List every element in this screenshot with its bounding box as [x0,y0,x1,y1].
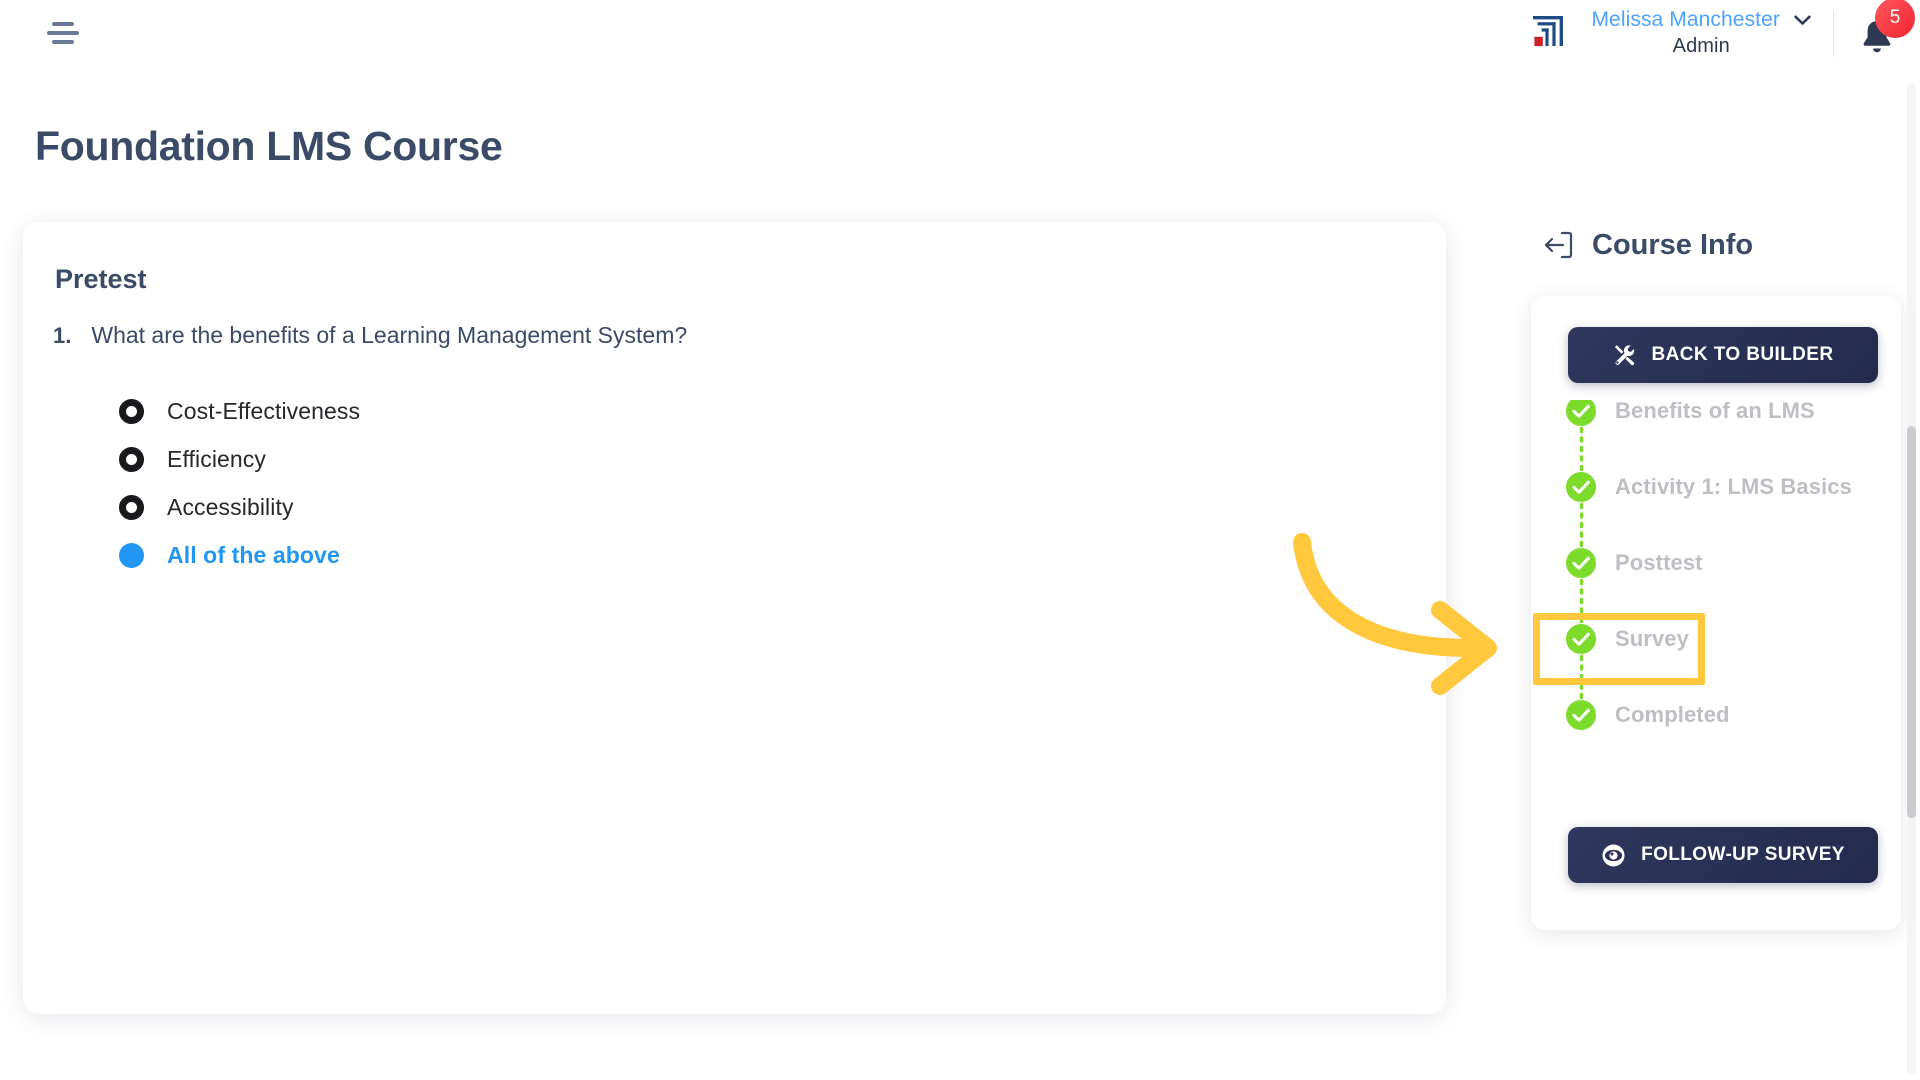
course-steps-scroll-area[interactable]: Benefits of an LMS Activity 1: LMS Basic… [1531,400,1901,796]
hamburger-line-bottom [52,40,74,44]
step-completed-check-icon [1566,624,1596,654]
course-step-item[interactable]: Completed [1531,677,1901,753]
chevron-down-icon[interactable] [1794,15,1811,26]
question-row: 1. What are the benefits of a Learning M… [53,322,687,349]
user-role-label: Admin [1672,35,1730,57]
notifications-button[interactable]: 5 [1834,0,1920,70]
answer-option-label: Cost-Effectiveness [167,397,361,424]
course-step-item[interactable]: Posttest [1531,525,1901,623]
step-completed-check-icon [1566,548,1596,578]
answer-option[interactable]: Efficiency [119,442,360,476]
eye-icon [1602,844,1625,866]
question-text: What are the benefits of a Learning Mana… [91,322,688,348]
course-steps-list: Benefits of an LMS Activity 1: LMS Basic… [1531,400,1901,753]
radio-unselected-icon[interactable] [119,398,144,424]
collapse-arrow-left-icon[interactable] [1541,228,1575,262]
course-step-item[interactable]: Benefits of an LMS [1531,400,1901,471]
user-name-label: Melissa Manchester [1591,8,1780,31]
quiz-card: Pretest 1. What are the benefits of a Le… [23,222,1446,1014]
radio-unselected-icon[interactable] [119,446,144,472]
header-right-group: Melissa Manchester Admin 5 [1531,0,1920,68]
radio-unselected-icon[interactable] [119,494,144,520]
course-step-label: Survey [1615,626,1689,651]
course-step-item[interactable]: Activity 1: LMS Basics [1531,449,1901,547]
radio-selected-icon[interactable] [119,542,144,568]
answer-option-selected[interactable]: All of the above [119,538,360,572]
step-connector-line [1580,579,1583,623]
user-name-row: Melissa Manchester [1591,8,1811,32]
page-scrollbar-thumb[interactable] [1907,426,1916,818]
follow-up-survey-button[interactable]: FOLLOW-UP SURVEY [1568,827,1878,883]
answer-option[interactable]: Cost-Effectiveness [119,394,360,428]
step-connector-line [1580,427,1583,471]
notification-count-badge: 5 [1875,0,1915,38]
answer-option-label: Accessibility [167,493,294,520]
course-step-item-survey[interactable]: Survey [1531,601,1901,699]
brand-logo-icon [1533,16,1564,46]
top-header-bar: Melissa Manchester Admin 5 [0,0,1920,68]
step-completed-check-icon [1566,700,1596,730]
follow-up-survey-label: FOLLOW-UP SURVEY [1641,844,1845,865]
course-step-label: Posttest [1615,550,1703,575]
step-connector-line [1580,503,1583,547]
page-title: Foundation LMS Course [35,123,503,169]
hamburger-menu-icon[interactable] [44,16,82,50]
section-title: Pretest [55,264,147,294]
step-completed-check-icon [1566,472,1596,502]
answer-option-label: All of the above [167,541,340,568]
user-menu[interactable]: Melissa Manchester Admin [1585,2,1833,64]
course-step-label: Benefits of an LMS [1615,400,1815,423]
course-step-label: Completed [1615,702,1730,727]
hamburger-line-top [52,22,74,26]
back-to-builder-label: BACK TO BUILDER [1651,344,1834,365]
hamburger-line-middle [47,31,79,35]
course-info-panel: BACK TO BUILDER Benefits of an LMS Activ… [1531,296,1901,930]
question-number: 1. [53,323,72,348]
answer-options-list: Cost-Effectiveness Efficiency Accessibil… [119,394,360,572]
course-info-title: Course Info [1592,228,1754,261]
course-info-header: Course Info [1541,228,1753,262]
step-completed-check-icon [1566,400,1596,426]
back-to-builder-button[interactable]: BACK TO BUILDER [1568,327,1878,383]
answer-option-label: Efficiency [167,445,267,472]
app-page: Melissa Manchester Admin 5 Foundation LM… [0,0,1920,1080]
tools-icon [1614,345,1634,366]
answer-option[interactable]: Accessibility [119,490,360,524]
course-step-label: Activity 1: LMS Basics [1615,474,1852,499]
step-connector-line [1580,655,1583,699]
